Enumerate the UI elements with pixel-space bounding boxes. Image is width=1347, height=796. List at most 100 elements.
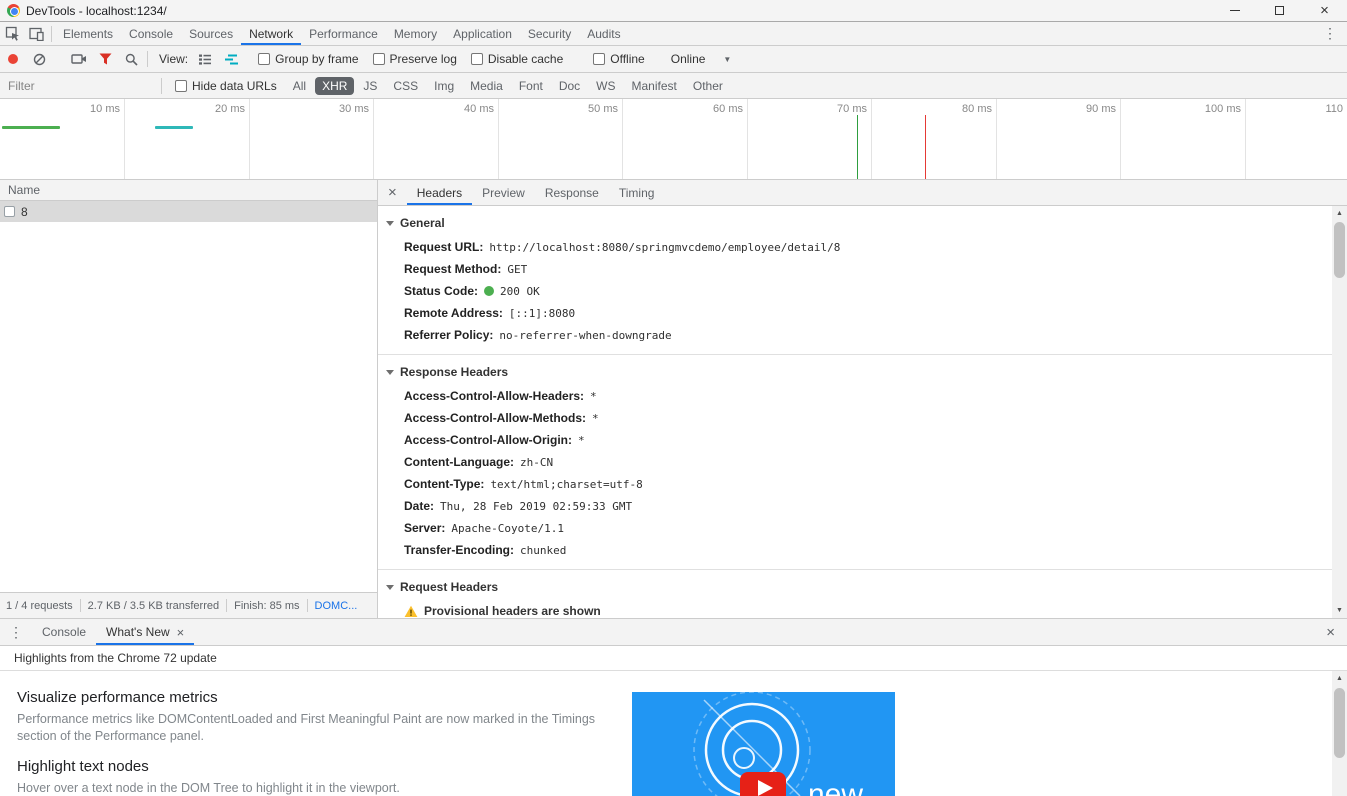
throttling-select[interactable]: Online ▼ xyxy=(671,52,732,66)
network-summary-bar: 1 / 4 requests 2.7 KB / 3.5 KB transferr… xyxy=(0,592,377,618)
tab-sources[interactable]: Sources xyxy=(181,22,241,45)
response-headers-section-header[interactable]: Response Headers xyxy=(378,359,1332,385)
tab-network[interactable]: Network xyxy=(241,22,301,45)
summary-separator xyxy=(226,599,228,612)
scroll-up-button[interactable]: ▲ xyxy=(1332,206,1347,221)
pill-label: Media xyxy=(470,78,503,93)
close-detail-button[interactable]: × xyxy=(378,185,407,200)
whats-new-content: Visualize performance metrics Performanc… xyxy=(0,671,1347,796)
filter-toggle-button[interactable] xyxy=(92,46,118,72)
domcontentloaded-link[interactable]: DOMC... xyxy=(315,600,358,612)
search-icon xyxy=(125,53,138,66)
requests-count: 1 / 4 requests xyxy=(6,599,73,612)
maximize-icon xyxy=(1275,6,1284,15)
disclosure-triangle-icon xyxy=(386,584,394,590)
drawer-scrollbar[interactable]: ▲ xyxy=(1332,671,1347,796)
filter-type-doc[interactable]: Doc xyxy=(552,77,587,95)
tab-label: Network xyxy=(249,26,294,41)
close-button[interactable]: × xyxy=(1302,0,1347,21)
close-drawer-button[interactable]: × xyxy=(1314,625,1347,640)
header-name: Referrer Policy: xyxy=(404,328,494,342)
filter-type-css[interactable]: CSS xyxy=(386,77,425,95)
filter-type-xhr[interactable]: XHR xyxy=(315,76,355,95)
tab-audits[interactable]: Audits xyxy=(579,22,628,45)
filter-input[interactable] xyxy=(8,78,158,93)
camera-icon xyxy=(71,54,86,64)
timeline-gridline xyxy=(996,99,997,179)
drawer-menu-button[interactable]: ⋮ xyxy=(0,624,32,641)
scrollbar-thumb[interactable] xyxy=(1334,222,1345,278)
toolbar-separator xyxy=(161,77,162,94)
filter-type-font[interactable]: Font xyxy=(512,77,550,95)
request-row[interactable]: 8 xyxy=(0,201,377,222)
scrollbar-thumb[interactable] xyxy=(1334,688,1345,758)
tab-memory[interactable]: Memory xyxy=(386,22,445,45)
chevron-down-icon: ▼ xyxy=(723,54,732,64)
whats-new-header: Highlights from the Chrome 72 update xyxy=(0,646,1347,671)
tab-performance[interactable]: Performance xyxy=(301,22,386,45)
article-title[interactable]: Highlight text nodes xyxy=(17,758,602,775)
clear-button[interactable] xyxy=(26,46,52,72)
filter-type-img[interactable]: Img xyxy=(427,77,461,95)
drawer-tab-whats-new[interactable]: What's New × xyxy=(96,619,194,645)
preserve-log-checkbox[interactable]: Preserve log xyxy=(372,52,457,66)
devtools-menu-button[interactable]: ⋮ xyxy=(1313,25,1347,42)
filter-type-manifest[interactable]: Manifest xyxy=(625,77,684,95)
header-row: Request URL: http://localhost:8080/sprin… xyxy=(378,236,1332,258)
overview-toggle[interactable] xyxy=(218,46,244,72)
header-row: Remote Address: [::1]:8080 xyxy=(378,302,1332,324)
tab-application[interactable]: Application xyxy=(445,22,520,45)
drawer-tab-bar: ⋮ Console What's New × × xyxy=(0,619,1347,646)
video-thumbnail[interactable]: new xyxy=(632,692,895,796)
tab-preview[interactable]: Preview xyxy=(472,180,535,205)
tab-elements[interactable]: Elements xyxy=(55,22,121,45)
tab-label: Memory xyxy=(393,26,438,41)
scroll-up-button[interactable]: ▲ xyxy=(1332,671,1347,686)
tab-timing[interactable]: Timing xyxy=(609,180,665,205)
timeline-tick: 40 ms xyxy=(464,103,494,115)
tab-headers[interactable]: Headers xyxy=(407,180,472,205)
group-by-frame-checkbox[interactable]: Group by frame xyxy=(258,52,359,66)
disclosure-triangle-icon xyxy=(386,369,394,375)
disable-cache-checkbox[interactable]: Disable cache xyxy=(470,52,563,66)
general-section-header[interactable]: General xyxy=(378,210,1332,236)
throttling-value: Online xyxy=(670,52,706,66)
filter-type-other[interactable]: Other xyxy=(686,77,730,95)
header-row: Content-Type: text/html;charset=utf-8 xyxy=(378,473,1332,495)
minimize-button[interactable] xyxy=(1212,0,1257,21)
header-value: Apache-Coyote/1.1 xyxy=(451,521,564,535)
article-title[interactable]: Visualize performance metrics xyxy=(17,689,602,706)
name-column-header[interactable]: Name xyxy=(0,180,377,201)
device-toolbar-button[interactable] xyxy=(24,22,48,45)
record-button[interactable] xyxy=(0,46,26,72)
tab-console[interactable]: Console xyxy=(121,22,181,45)
request-headers-section-header[interactable]: Request Headers xyxy=(378,574,1332,600)
tab-security[interactable]: Security xyxy=(520,22,579,45)
window-controls: × xyxy=(1212,0,1347,21)
headers-scrollbar[interactable]: ▲ ▼ xyxy=(1332,206,1347,618)
detail-tab-bar: × Headers Preview Response Timing xyxy=(378,180,1347,206)
offline-checkbox[interactable]: Offline xyxy=(593,52,645,66)
tab-response[interactable]: Response xyxy=(535,180,609,205)
drawer-tab-console[interactable]: Console xyxy=(32,619,96,645)
timeline-gridline xyxy=(124,99,125,179)
filter-type-js[interactable]: JS xyxy=(356,77,384,95)
capture-screenshots-button[interactable] xyxy=(66,46,92,72)
header-value: chunked xyxy=(520,543,567,557)
timeline-tick: 30 ms xyxy=(339,103,369,115)
filter-type-ws[interactable]: WS xyxy=(589,77,622,95)
large-rows-toggle[interactable] xyxy=(192,46,218,72)
hide-data-urls-checkbox[interactable]: Hide data URLs xyxy=(175,79,277,93)
filter-type-media[interactable]: Media xyxy=(463,77,510,95)
search-button[interactable] xyxy=(118,46,144,72)
close-tab-icon[interactable]: × xyxy=(177,626,185,639)
network-overview[interactable]: 10 ms 20 ms 30 ms 40 ms 50 ms 60 ms 70 m… xyxy=(0,99,1347,180)
overview-request-bar xyxy=(2,126,60,129)
maximize-button[interactable] xyxy=(1257,0,1302,21)
summary-separator xyxy=(79,599,81,612)
scroll-down-button[interactable]: ▼ xyxy=(1332,603,1347,618)
inspect-element-button[interactable] xyxy=(0,22,24,45)
filter-type-all[interactable]: All xyxy=(286,77,313,95)
section-title: General xyxy=(400,216,445,230)
request-detail-pane: × Headers Preview Response Timing Genera… xyxy=(378,180,1347,618)
